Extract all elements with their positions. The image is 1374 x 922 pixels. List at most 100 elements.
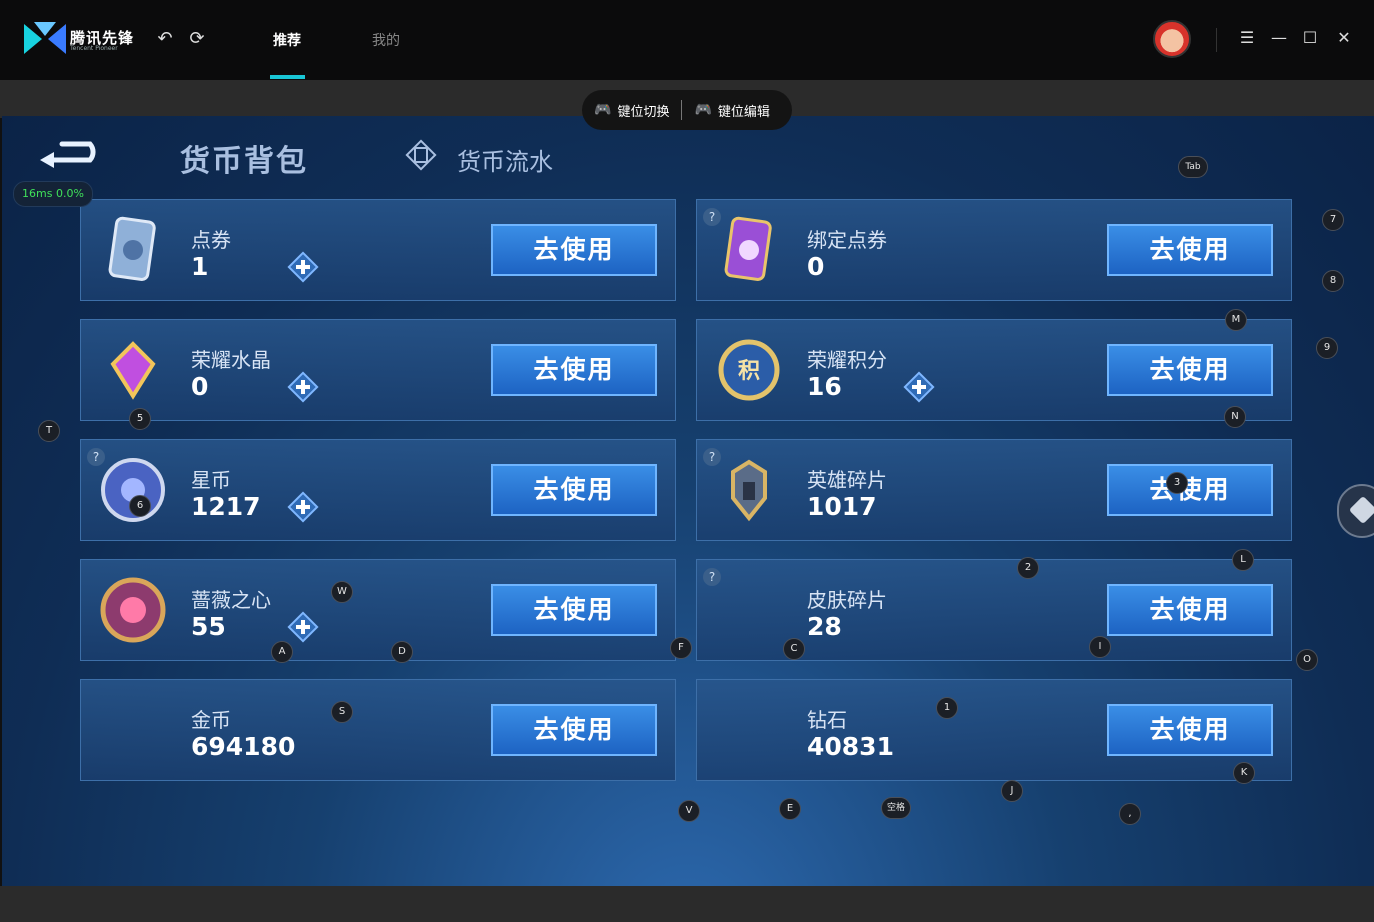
back-arrow-icon[interactable]: [38, 140, 106, 174]
currency-card-gold: 金币 694180 去使用: [80, 679, 676, 781]
currency-card-rose-heart: 蔷薇之心 55 去使用: [80, 559, 676, 661]
keymap-marker[interactable]: I: [1089, 636, 1111, 658]
key-switch-button[interactable]: 🎮 键位切换: [582, 101, 681, 120]
currency-card-hero-fragment: ? 英雄碎片 1017 去使用: [696, 439, 1292, 541]
add-plus-icon[interactable]: [286, 610, 320, 644]
logo-subtext: Tencent Pioneer: [70, 45, 118, 52]
key-edit-button[interactable]: 🎮 键位编辑: [682, 101, 781, 120]
keymap-marker[interactable]: O: [1296, 649, 1318, 671]
hero-fragment-icon: [731, 459, 767, 522]
keymap-marker[interactable]: M: [1225, 309, 1247, 331]
keymap-marker[interactable]: L: [1232, 549, 1254, 571]
keymap-marker[interactable]: A: [271, 641, 293, 663]
help-icon[interactable]: ?: [703, 568, 721, 586]
currency-name: 蔷薇之心: [191, 588, 271, 612]
currency-name: 荣耀水晶: [191, 348, 271, 372]
currency-name: 星币: [191, 468, 231, 492]
currency-name: 皮肤碎片: [807, 588, 887, 612]
title-bar: 腾讯先锋 Tencent Pioneer ↶ ⟳ 推荐 我的 ☰ — ☐ ✕: [0, 0, 1374, 80]
crystal-icon: [110, 341, 156, 400]
gamepad-icon: 🎮: [594, 102, 612, 118]
currency-amount: 694180: [191, 732, 296, 761]
keymap-marker[interactable]: C: [783, 638, 805, 660]
keymap-marker[interactable]: E: [779, 798, 801, 820]
tab-recommend[interactable]: 推荐: [273, 30, 301, 50]
use-button[interactable]: 去使用: [491, 224, 657, 276]
stream-bottom-bar: [0, 886, 1374, 922]
currency-amount: 28: [807, 612, 842, 641]
keymap-marker[interactable]: W: [331, 581, 353, 603]
key-edit-label: 键位编辑: [717, 104, 770, 120]
use-button[interactable]: 去使用: [1107, 344, 1273, 396]
game-viewport[interactable]: 货币背包 货币流水 点券 1 去使用 ? 绑定点券 0 去使用 荣耀水晶 0 去…: [2, 116, 1374, 886]
use-button[interactable]: 去使用: [491, 344, 657, 396]
currency-amount: 0: [807, 252, 825, 281]
close-icon[interactable]: ✕: [1333, 27, 1355, 49]
keymap-marker[interactable]: N: [1224, 406, 1246, 428]
currency-card-star-coin: ? 星币 1217 去使用: [80, 439, 676, 541]
ticket-icon: [108, 216, 156, 281]
tab-mine[interactable]: 我的: [372, 30, 400, 50]
add-plus-icon[interactable]: [902, 370, 936, 404]
gamepad-icon: 🎮: [694, 102, 712, 118]
add-plus-icon[interactable]: [286, 250, 320, 284]
use-button[interactable]: 去使用: [1107, 584, 1273, 636]
keymap-marker[interactable]: V: [678, 800, 700, 822]
maximize-icon[interactable]: ☐: [1299, 27, 1321, 49]
use-button[interactable]: 去使用: [491, 704, 657, 756]
currency-name: 英雄碎片: [807, 468, 887, 492]
undo-icon[interactable]: ↶: [154, 28, 176, 50]
keymap-marker[interactable]: 9: [1316, 337, 1338, 359]
add-plus-icon[interactable]: [286, 370, 320, 404]
currency-name: 绑定点券: [807, 228, 887, 252]
keymap-marker[interactable]: 6: [129, 495, 151, 517]
menu-icon[interactable]: ☰: [1236, 27, 1258, 49]
page-title: 货币背包: [180, 144, 308, 179]
currency-flow-icon: [405, 139, 437, 171]
keymap-marker[interactable]: 1: [936, 697, 958, 719]
currency-amount: 1017: [807, 492, 877, 521]
keymap-toolbar: 🎮 键位切换 🎮 键位编辑: [582, 90, 792, 130]
keymap-marker[interactable]: D: [391, 641, 413, 663]
currency-amount: 1217: [191, 492, 261, 521]
keymap-marker[interactable]: S: [331, 701, 353, 723]
currency-card-bound-dianquan: ? 绑定点券 0 去使用: [696, 199, 1292, 301]
add-plus-icon[interactable]: [286, 490, 320, 524]
use-button[interactable]: 去使用: [491, 464, 657, 516]
rose-heart-icon: [100, 577, 166, 643]
honor-points-icon: 积: [718, 339, 780, 401]
keymap-marker[interactable]: 5: [129, 408, 151, 430]
keymap-marker[interactable]: J: [1001, 780, 1023, 802]
currency-name: 点券: [191, 228, 231, 252]
latency-indicator: 16ms 0.0%: [13, 181, 93, 207]
avatar[interactable]: [1153, 20, 1191, 58]
keymap-marker[interactable]: ,: [1119, 803, 1141, 825]
svg-text:积: 积: [738, 359, 760, 384]
keymap-marker[interactable]: T: [38, 420, 60, 442]
keymap-marker[interactable]: 8: [1322, 270, 1344, 292]
refresh-icon[interactable]: ⟳: [186, 28, 208, 50]
keymap-marker[interactable]: 3: [1166, 472, 1188, 494]
currency-card-diamond: 钻石 40831 去使用: [696, 679, 1292, 781]
keymap-marker[interactable]: Tab: [1178, 156, 1208, 178]
tencent-pioneer-logo-icon: [24, 22, 66, 54]
minimize-icon[interactable]: —: [1268, 27, 1290, 49]
currency-amount: 16: [807, 372, 842, 401]
use-button[interactable]: 去使用: [491, 584, 657, 636]
currency-amount: 0: [191, 372, 209, 401]
currency-name: 荣耀积分: [807, 348, 887, 372]
use-button[interactable]: 去使用: [1107, 704, 1273, 756]
currency-name: 金币: [191, 708, 231, 732]
use-button[interactable]: 去使用: [1107, 224, 1273, 276]
tab-currency-flow[interactable]: 货币流水: [457, 142, 553, 177]
use-button[interactable]: 去使用: [1107, 464, 1273, 516]
keymap-marker[interactable]: 7: [1322, 209, 1344, 231]
keymap-marker[interactable]: F: [670, 637, 692, 659]
keymap-marker[interactable]: 2: [1017, 557, 1039, 579]
bound-ticket-icon: [724, 216, 772, 281]
keymap-marker[interactable]: 空格: [881, 797, 911, 819]
currency-amount: 40831: [807, 732, 894, 761]
keymap-marker[interactable]: K: [1233, 762, 1255, 784]
currency-name: 钻石: [807, 708, 847, 732]
currency-card-honor-points: 积 荣耀积分 16 去使用: [696, 319, 1292, 421]
